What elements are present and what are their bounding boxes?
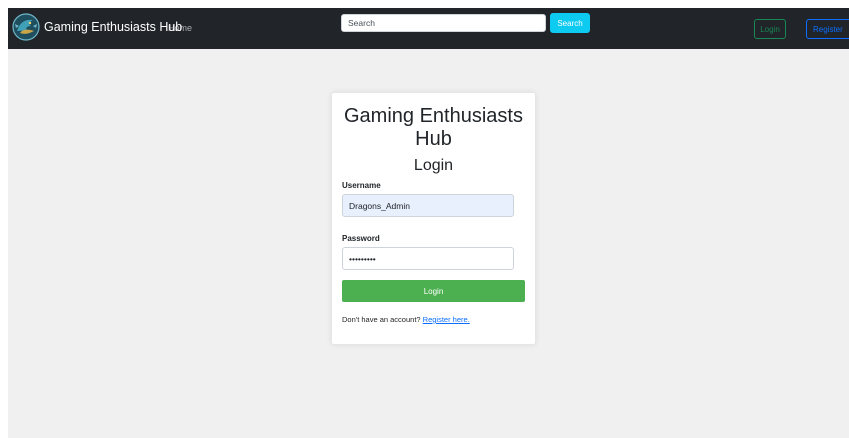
login-submit-button[interactable]: Login — [342, 280, 525, 302]
username-field[interactable] — [342, 194, 514, 217]
register-link[interactable]: Register here. — [423, 315, 470, 324]
card-title: Gaming Enthusiasts Hub — [344, 105, 523, 150]
register-prompt-text: Don't have an account? — [342, 315, 421, 324]
dragon-logo-icon[interactable] — [11, 12, 41, 42]
password-label: Password — [342, 234, 380, 243]
search-button[interactable]: Search — [550, 13, 590, 33]
search-input[interactable] — [341, 14, 546, 32]
login-nav-button[interactable]: Login — [754, 19, 786, 39]
brand-name[interactable]: Gaming Enthusiasts Hub — [44, 20, 182, 35]
password-field[interactable] — [342, 247, 514, 270]
login-card: Gaming Enthusiasts Hub Login Username Pa… — [331, 92, 536, 345]
username-label: Username — [342, 181, 381, 190]
nav-home-link[interactable]: Home — [168, 22, 192, 34]
card-subtitle: Login — [413, 157, 454, 174]
page-frame: Gaming Enthusiasts Hub Home Search Login… — [8, 8, 849, 438]
register-prompt: Don't have an account? Register here. — [342, 315, 470, 325]
register-nav-button[interactable]: Register — [806, 19, 849, 39]
navbar: Gaming Enthusiasts Hub Home Search Login… — [8, 8, 849, 49]
